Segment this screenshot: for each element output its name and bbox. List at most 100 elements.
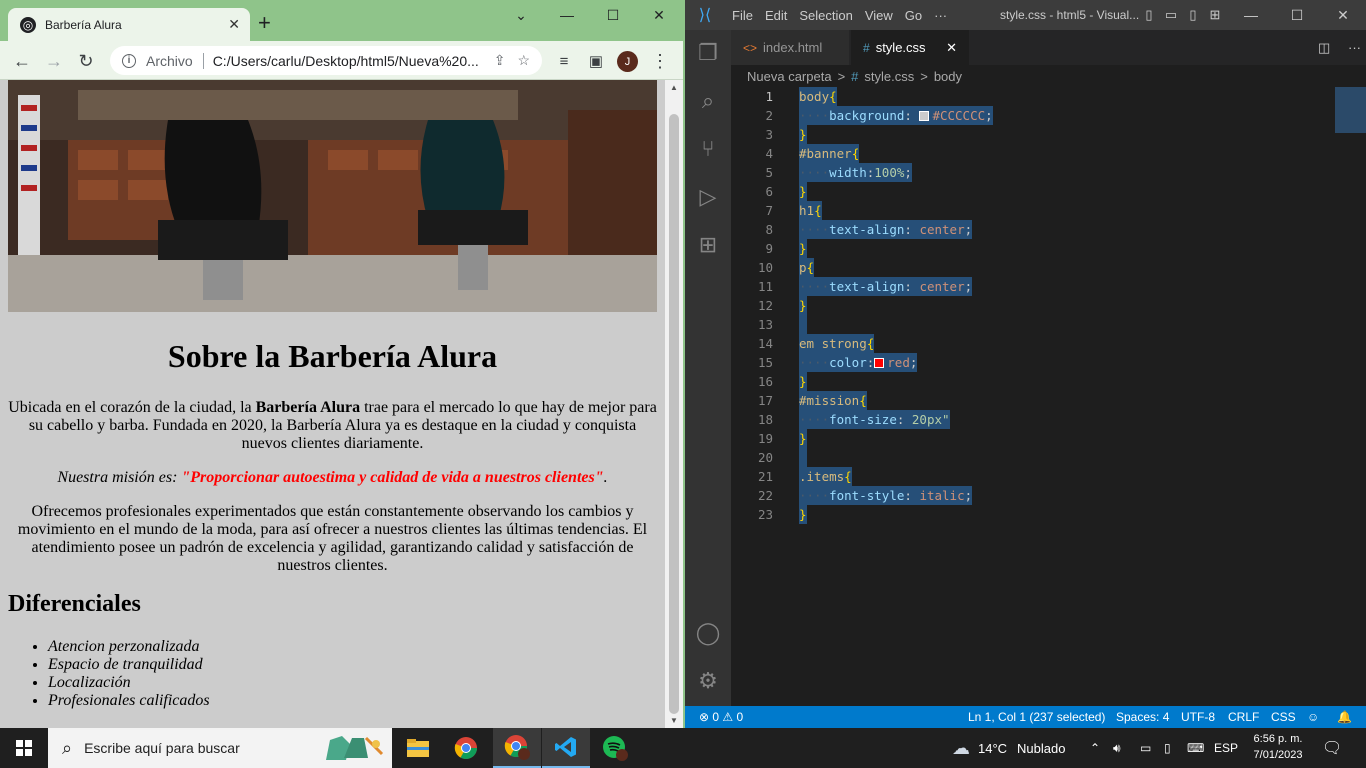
breadcrumb-symbol[interactable]: body: [934, 69, 962, 84]
account-icon[interactable]: ◯: [685, 610, 731, 656]
network-icon[interactable]: ▭: [1140, 728, 1151, 768]
close-window-button[interactable]: ✕: [636, 0, 682, 30]
list-item: Atencion perzonalizada: [48, 638, 657, 656]
tab-style-css[interactable]: # style.css ✕: [851, 30, 969, 65]
taskbar-vscode[interactable]: [542, 728, 590, 768]
back-button[interactable]: ←: [10, 49, 34, 73]
maximize-button[interactable]: ☐: [1274, 0, 1320, 30]
menu-selection[interactable]: Selection: [799, 8, 852, 23]
forward-button[interactable]: →: [42, 49, 66, 73]
bookmark-star-icon[interactable]: ☆: [517, 52, 530, 69]
list-item: Espacio de tranquilidad: [48, 656, 657, 674]
code-line: }: [799, 125, 807, 144]
code-line: [799, 315, 807, 334]
share-icon[interactable]: ⇪: [494, 52, 506, 69]
volume-icon[interactable]: 🔊︎: [1113, 728, 1121, 768]
line-number: 10: [757, 260, 773, 275]
problems-indicator[interactable]: ⊗ 0 ⚠ 0: [699, 706, 743, 728]
code-line: }: [799, 239, 807, 258]
address-bar[interactable]: i Archivo C:/Users/carlu/Desktop/html5/N…: [110, 46, 542, 75]
css-file-icon: #: [863, 40, 870, 55]
close-tab-icon[interactable]: ✕: [228, 16, 240, 33]
avatar[interactable]: J: [617, 51, 638, 72]
language-mode[interactable]: CSS: [1271, 706, 1296, 728]
layout-secondary-icon[interactable]: ▯: [1182, 0, 1204, 30]
taskbar-chrome-profile[interactable]: [493, 728, 541, 768]
taskbar-file-explorer[interactable]: [394, 728, 442, 768]
tab-search-button[interactable]: ⌄: [498, 0, 544, 30]
scroll-thumb[interactable]: [669, 114, 679, 714]
banner-image: [8, 80, 657, 312]
reload-button[interactable]: ↻: [74, 49, 98, 73]
breadcrumb-folder[interactable]: Nueva carpeta: [747, 69, 832, 84]
browser-tab[interactable]: ◎ Barbería Alura ✕: [8, 8, 250, 41]
new-tab-button[interactable]: +: [258, 12, 271, 34]
search-icon[interactable]: ⌕: [685, 78, 731, 124]
menu-edit[interactable]: Edit: [765, 8, 787, 23]
menu-view[interactable]: View: [865, 8, 893, 23]
code-line: em strong{: [799, 334, 875, 353]
menu-file[interactable]: File: [732, 8, 753, 23]
scroll-down-icon[interactable]: ▼: [670, 716, 678, 725]
close-tab-icon[interactable]: ✕: [946, 40, 957, 56]
layout-custom-icon[interactable]: ⊞: [1204, 0, 1226, 30]
menu-dots-icon[interactable]: ⋮: [648, 49, 672, 73]
breadcrumb-file[interactable]: style.css: [864, 69, 914, 84]
language-indicator[interactable]: ESP: [1214, 728, 1238, 768]
mission-end: .: [603, 469, 608, 486]
run-debug-icon[interactable]: ▷: [685, 174, 731, 220]
line-number: 9: [765, 241, 773, 256]
weather-widget[interactable]: ☁ 14°C Nublado: [952, 728, 1065, 768]
feedback-icon[interactable]: ☺: [1307, 706, 1319, 728]
color-swatch[interactable]: [919, 111, 930, 121]
code-line: h1{: [799, 201, 822, 220]
battery-icon[interactable]: ▯: [1164, 728, 1171, 768]
notifications-icon[interactable]: 🗨: [1322, 728, 1342, 768]
encoding[interactable]: UTF-8: [1181, 706, 1215, 728]
keyboard-icon[interactable]: ⌨: [1187, 728, 1204, 768]
indentation[interactable]: Spaces: 4: [1116, 706, 1169, 728]
layout-panel-icon[interactable]: ▭: [1160, 0, 1182, 30]
menu-go[interactable]: Go: [905, 8, 922, 23]
scrollbar[interactable]: ▲ ▼: [665, 80, 683, 728]
color-swatch[interactable]: [874, 358, 885, 368]
page-content: Sobre la Barbería Alura Ubicada en el co…: [8, 330, 657, 710]
line-ending[interactable]: CRLF: [1228, 706, 1259, 728]
line-number: 11: [757, 279, 773, 294]
notifications-icon[interactable]: 🔔: [1337, 706, 1352, 728]
explorer-icon[interactable]: ❐: [685, 30, 731, 76]
minimize-button[interactable]: —: [1228, 0, 1274, 30]
taskbar-chrome[interactable]: [442, 728, 490, 768]
url-text[interactable]: C:/Users/carlu/Desktop/html5/Nueva%20...: [213, 53, 482, 69]
scroll-up-icon[interactable]: ▲: [670, 83, 678, 92]
cursor-position[interactable]: Ln 1, Col 1 (237 selected): [968, 706, 1105, 728]
search-box[interactable]: ⌕ Escribe aquí para buscar: [48, 728, 392, 768]
gear-icon[interactable]: ⚙: [685, 658, 731, 704]
chrome-icon: [454, 737, 477, 759]
tab-index-html[interactable]: <> index.html: [731, 30, 849, 65]
side-panel-icon[interactable]: ▣: [584, 49, 608, 73]
layout-sidebar-icon[interactable]: ▯: [1138, 0, 1160, 30]
start-button[interactable]: [0, 728, 48, 768]
source-control-icon[interactable]: ⑂: [685, 126, 731, 172]
taskbar-spotify[interactable]: [591, 728, 639, 768]
info-icon[interactable]: i: [122, 53, 136, 68]
minimap[interactable]: [1335, 87, 1366, 133]
maximize-button[interactable]: ☐: [590, 0, 636, 30]
clock[interactable]: 6:56 p. m. 7/01/2023: [1246, 731, 1310, 763]
tab-label: style.css: [875, 40, 926, 55]
menu-more[interactable]: ···: [934, 8, 947, 23]
minimize-button[interactable]: —: [544, 0, 590, 30]
more-actions-icon[interactable]: ···: [1336, 30, 1366, 65]
chevron-up-icon[interactable]: ⌃: [1090, 728, 1100, 768]
time: 6:56 p. m.: [1253, 733, 1303, 745]
close-window-button[interactable]: ✕: [1320, 0, 1366, 30]
media-queue-icon[interactable]: ≡: [552, 49, 576, 73]
search-icon: ⌕: [62, 737, 73, 758]
code-editor[interactable]: 1 2 3 4 5 6 7 8 9 10 11 12 13 14 15 16 1…: [731, 87, 1366, 706]
line-number: 14: [757, 336, 773, 351]
line-number: 7: [765, 203, 773, 218]
code-line: ····font-size: 20px": [799, 410, 950, 429]
section-heading: Diferenciales: [8, 591, 141, 617]
extensions-icon[interactable]: ⊞: [685, 222, 731, 268]
